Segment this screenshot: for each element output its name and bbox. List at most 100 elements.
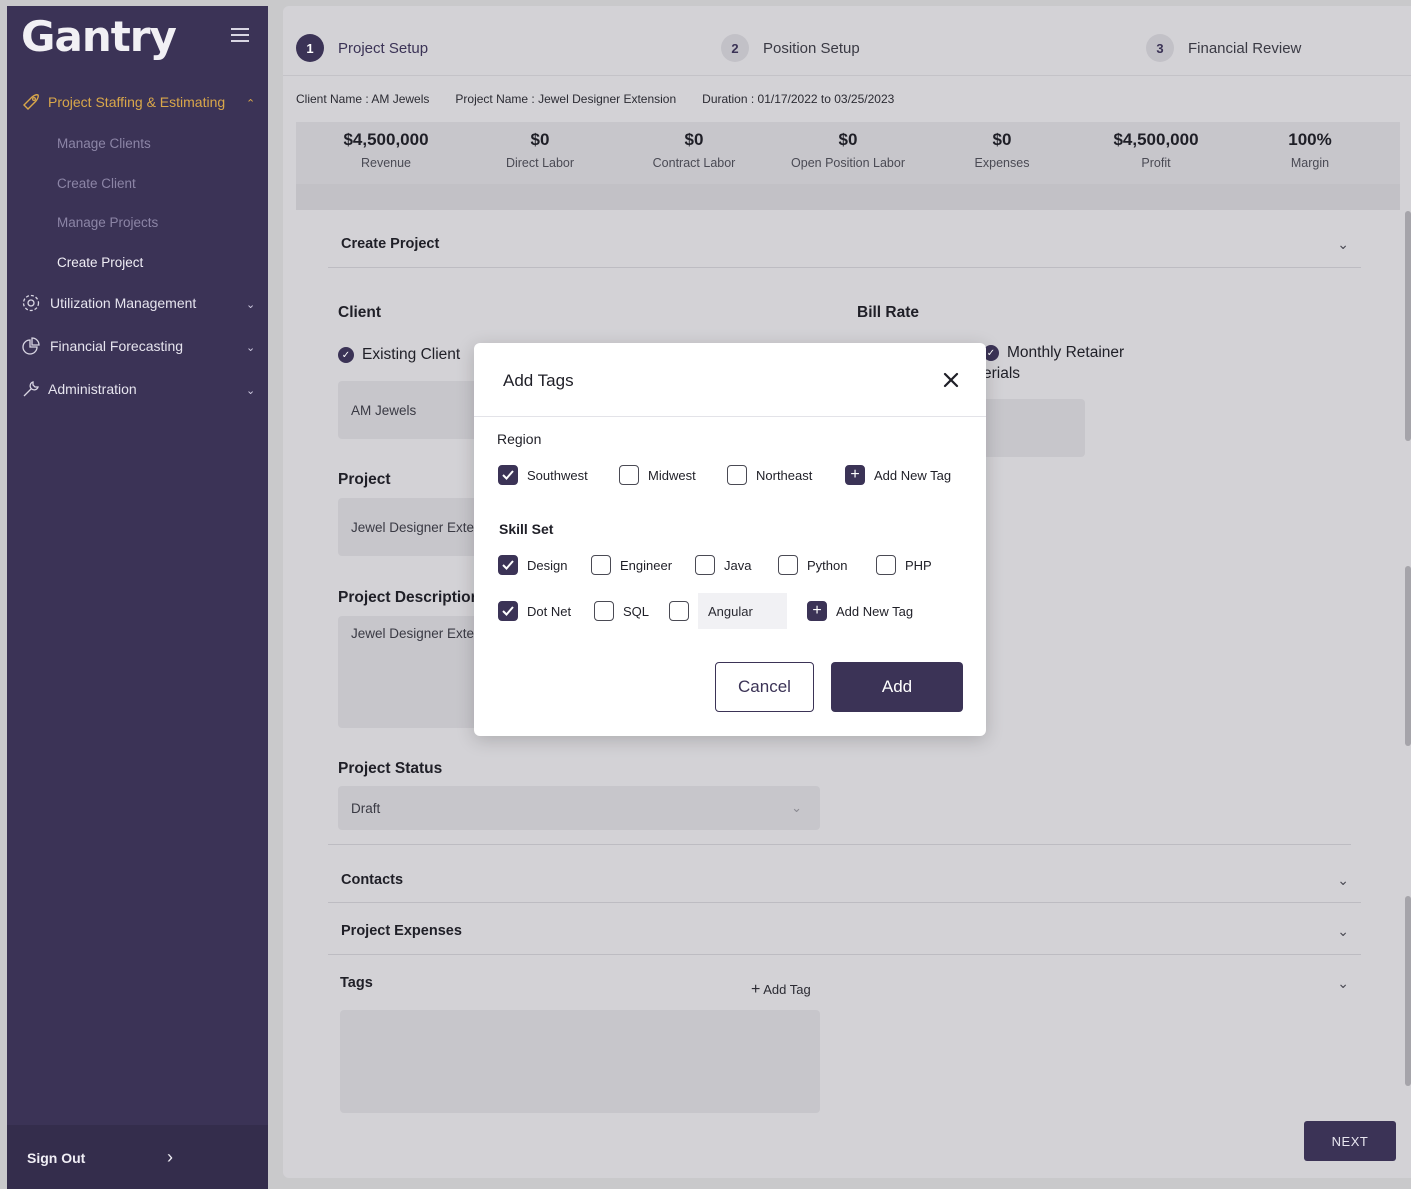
add-tags-modal: Add Tags Region Southwest Midwest Northe…: [474, 343, 986, 736]
plus-icon: +: [807, 601, 827, 621]
chevron-down-icon: ⌄: [1337, 975, 1349, 991]
client-label: Client: [338, 304, 382, 321]
tag-java[interactable]: Java: [695, 555, 751, 575]
scrollbar-thumb[interactable]: [1405, 566, 1411, 746]
checkbox-icon: [778, 555, 798, 575]
tag-label: SQL: [623, 603, 650, 619]
chevron-down-icon: ⌄: [246, 385, 256, 397]
plus-icon: +: [751, 981, 761, 998]
nav-utilization-management[interactable]: Utilization Management ⌄: [7, 286, 268, 320]
checkbox-checked-icon: [498, 465, 518, 485]
tags-header[interactable]: Tags ⌄: [340, 975, 1361, 991]
radio-label: Monthly Retainer: [1007, 344, 1125, 361]
section-title: Create Project: [341, 236, 440, 252]
metric-expenses: $0 Expenses: [974, 130, 1030, 170]
step-financial-review[interactable]: 3 Financial Review: [1146, 34, 1301, 62]
tag-dot-net[interactable]: Dot Net: [498, 601, 571, 621]
sidebar-item-manage-clients[interactable]: Manage Clients: [57, 136, 151, 151]
check-circle-icon: ✓: [338, 347, 354, 363]
metric-open-position-labor: $0 Open Position Labor: [791, 130, 905, 170]
cancel-button[interactable]: Cancel: [715, 662, 814, 712]
divider: [328, 954, 1361, 955]
monthly-retainer-radio[interactable]: ✓ Monthly Retainer: [983, 344, 1124, 362]
tag-label: Java: [724, 557, 752, 573]
nav-administration[interactable]: Administration ⌄: [7, 372, 268, 406]
add-tag-label: Add Tag: [763, 982, 811, 997]
financial-summary: $4,500,000 Revenue $0 Direct Labor $0 Contr…: [296, 122, 1400, 210]
bill-rate-field[interactable]: [983, 399, 1085, 457]
step-project-setup[interactable]: 1 Project Setup: [296, 34, 428, 62]
nav-label: Administration: [48, 381, 137, 397]
checkbox-icon: [591, 555, 611, 575]
menu-icon[interactable]: [231, 28, 249, 42]
tag-design[interactable]: Design: [498, 555, 567, 575]
tag-sql[interactable]: SQL: [594, 601, 649, 621]
section-title: Contacts: [341, 872, 404, 888]
sidebar-item-create-project[interactable]: Create Project: [57, 255, 143, 270]
nav-label: Utilization Management: [50, 295, 197, 311]
tag-label: Engineer: [620, 557, 673, 573]
chevron-down-icon: ⌄: [1337, 872, 1349, 888]
next-button[interactable]: NEXT: [1304, 1121, 1396, 1161]
chevron-down-icon: ⌄: [246, 342, 256, 354]
project-name: Project Name : Jewel Designer Extension: [455, 92, 677, 106]
wrench-icon: [23, 381, 39, 397]
chevron-up-icon: ⌃: [246, 98, 256, 110]
project-duration: Duration : 01/17/2022 to 03/25/2023: [702, 92, 895, 106]
stepper: 1 Project Setup 2 Position Setup 3 Finan…: [283, 6, 1411, 76]
nav-financial-forecasting[interactable]: Financial Forecasting ⌄: [7, 329, 268, 363]
app-logo: Gantry: [21, 12, 177, 61]
add-button[interactable]: Add: [831, 662, 963, 712]
materials-option[interactable]: erials: [983, 365, 1020, 383]
scrollbar-thumb[interactable]: [1405, 896, 1411, 1086]
existing-client-radio[interactable]: ✓ Existing Client: [338, 346, 460, 364]
nav-project-staffing[interactable]: Project Staffing & Estimating ⌃: [7, 85, 268, 119]
metric-contract-labor: $0 Contract Labor: [652, 130, 736, 170]
client-name: Client Name : AM Jewels: [296, 92, 430, 106]
add-new-tag-label: Add New Tag: [874, 467, 952, 483]
contacts-header[interactable]: Contacts ⌄: [341, 872, 1361, 888]
chevron-down-icon: ⌄: [791, 800, 802, 815]
chevron-down-icon: ⌄: [1337, 236, 1349, 252]
region-add-new-tag-button[interactable]: + Add New Tag: [845, 465, 951, 485]
checkbox-icon: [695, 555, 715, 575]
tag-southwest[interactable]: Southwest: [498, 465, 588, 485]
tag-angular[interactable]: Angular: [669, 593, 787, 629]
close-icon[interactable]: [941, 370, 961, 390]
add-new-tag-label: Add New Tag: [836, 603, 914, 619]
step-number: 1: [296, 34, 324, 62]
status-value: Draft: [351, 800, 381, 816]
project-expenses-header[interactable]: Project Expenses ⌄: [341, 923, 1361, 939]
step-position-setup[interactable]: 2 Position Setup: [721, 34, 860, 62]
sidebar-item-manage-projects[interactable]: Manage Projects: [57, 215, 158, 230]
tag-label: Dot Net: [527, 603, 572, 619]
sidebar-item-create-client[interactable]: Create Client: [57, 176, 136, 191]
metric-margin: 100% Margin: [1288, 130, 1332, 170]
tag-label: Northeast: [756, 467, 813, 483]
pie-chart-icon: [22, 337, 40, 355]
tag-label: PHP: [905, 557, 932, 573]
checkbox-icon: [876, 555, 896, 575]
tag-northeast[interactable]: Northeast: [727, 465, 812, 485]
metric-direct-labor: $0 Direct Labor: [505, 130, 575, 170]
checkbox-icon: [619, 465, 639, 485]
tag-midwest[interactable]: Midwest: [619, 465, 696, 485]
add-tag-button[interactable]: + Add Tag: [751, 981, 811, 999]
scrollbar-thumb[interactable]: [1405, 211, 1411, 441]
create-project-header[interactable]: Create Project ⌄: [341, 236, 1361, 252]
tag-python[interactable]: Python: [778, 555, 847, 575]
divider: [328, 902, 1361, 903]
sign-out-button[interactable]: Sign Out ›: [7, 1125, 268, 1189]
gear-icon: [22, 294, 40, 312]
project-status-select[interactable]: Draft ⌄: [338, 786, 820, 830]
skill-add-new-tag-button[interactable]: + Add New Tag: [807, 601, 913, 621]
tags-area[interactable]: [340, 1010, 820, 1113]
project-meta: Client Name : AM Jewels Project Name : J…: [296, 92, 894, 106]
tag-engineer[interactable]: Engineer: [591, 555, 672, 575]
tag-php[interactable]: PHP: [876, 555, 932, 575]
angular-tag-input[interactable]: Angular: [698, 593, 787, 629]
checkbox-checked-icon: [498, 601, 518, 621]
sidebar: Gantry Project Staffing & Estimating ⌃ M…: [7, 6, 268, 1189]
section-title: Project Expenses: [341, 923, 462, 939]
region-title: Region: [497, 431, 542, 447]
